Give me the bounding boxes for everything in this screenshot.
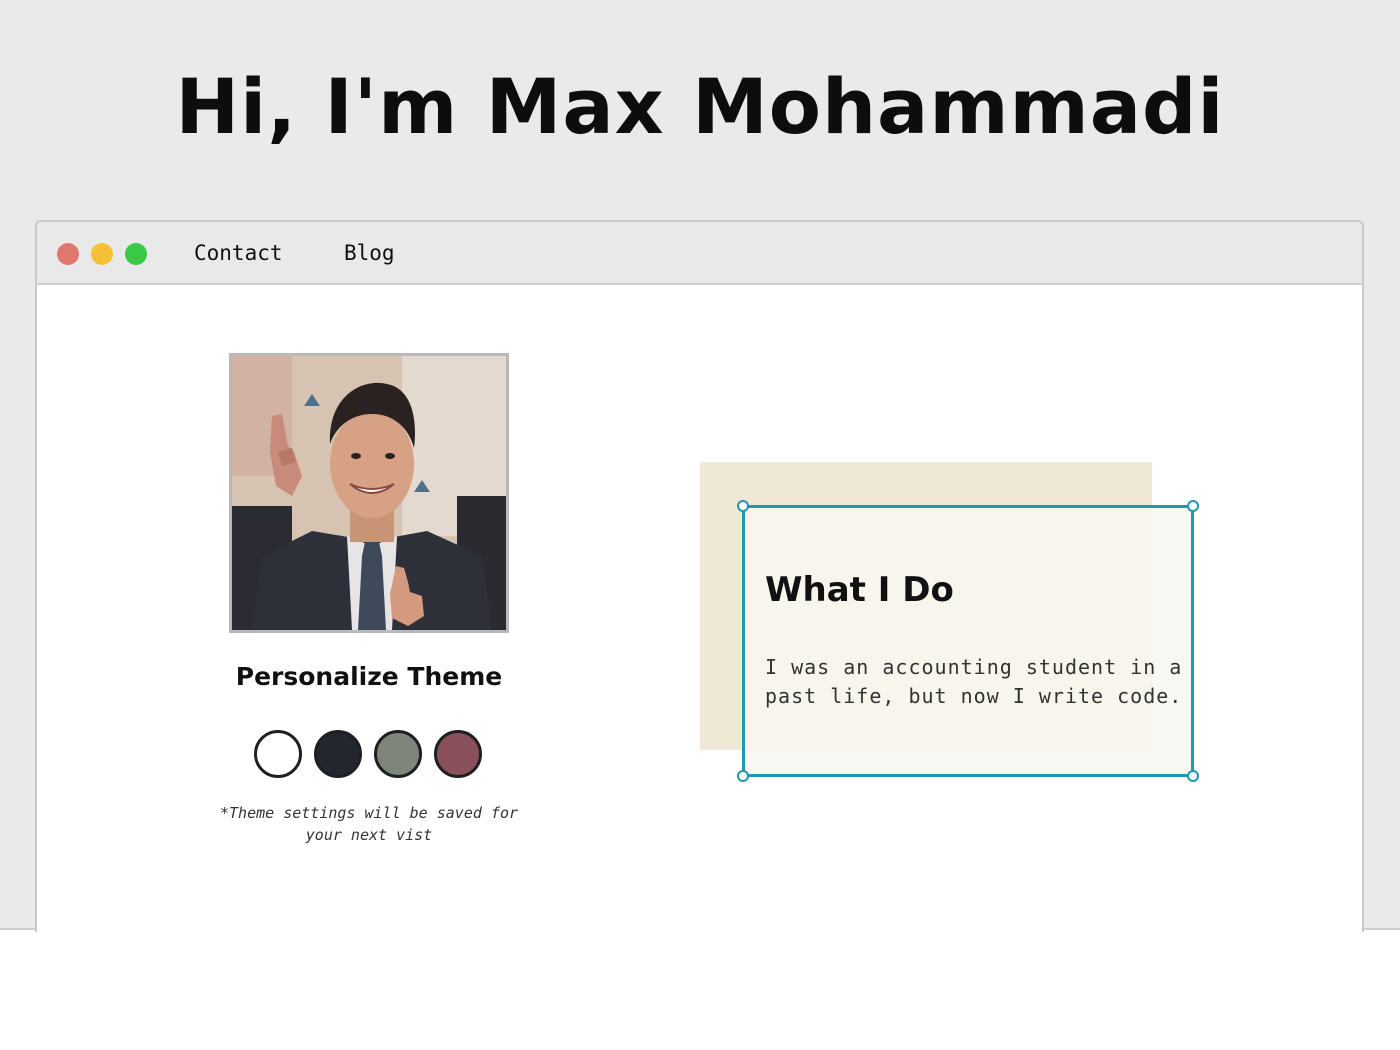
theme-swatch-sage[interactable] [374, 730, 422, 778]
theme-save-note: *Theme settings will be saved for your n… [219, 804, 518, 844]
resize-handle-bottom-right[interactable] [1187, 770, 1199, 782]
resize-handle-top-right[interactable] [1187, 500, 1199, 512]
what-i-do-card[interactable]: What I Do I was an accounting student in… [737, 500, 1199, 782]
close-window-button[interactable] [57, 243, 79, 265]
profile-photo [229, 353, 509, 633]
personalize-theme-heading: Personalize Theme [235, 662, 503, 691]
resize-handle-top-left[interactable] [737, 500, 749, 512]
maximize-window-button[interactable] [125, 243, 147, 265]
what-i-do-text: I was an accounting student in a past li… [765, 655, 1183, 708]
minimize-window-button[interactable] [91, 243, 113, 265]
nav-link-contact[interactable]: Contact [194, 241, 283, 265]
what-i-do-title: What I Do [765, 570, 954, 610]
nav-link-blog[interactable]: Blog [344, 241, 395, 265]
profile-photo-image [232, 356, 506, 630]
theme-swatch-rose[interactable] [434, 730, 482, 778]
theme-swatch-light[interactable] [254, 730, 302, 778]
browser-window: Contact Blog Personalize Theme *Theme se… [35, 220, 1364, 932]
hero-title: Hi, I'm Max Mohammadi [175, 62, 1225, 151]
theme-swatch-dark[interactable] [314, 730, 362, 778]
window-titlebar: Contact Blog [37, 222, 1362, 285]
resize-handle-bottom-left[interactable] [737, 770, 749, 782]
